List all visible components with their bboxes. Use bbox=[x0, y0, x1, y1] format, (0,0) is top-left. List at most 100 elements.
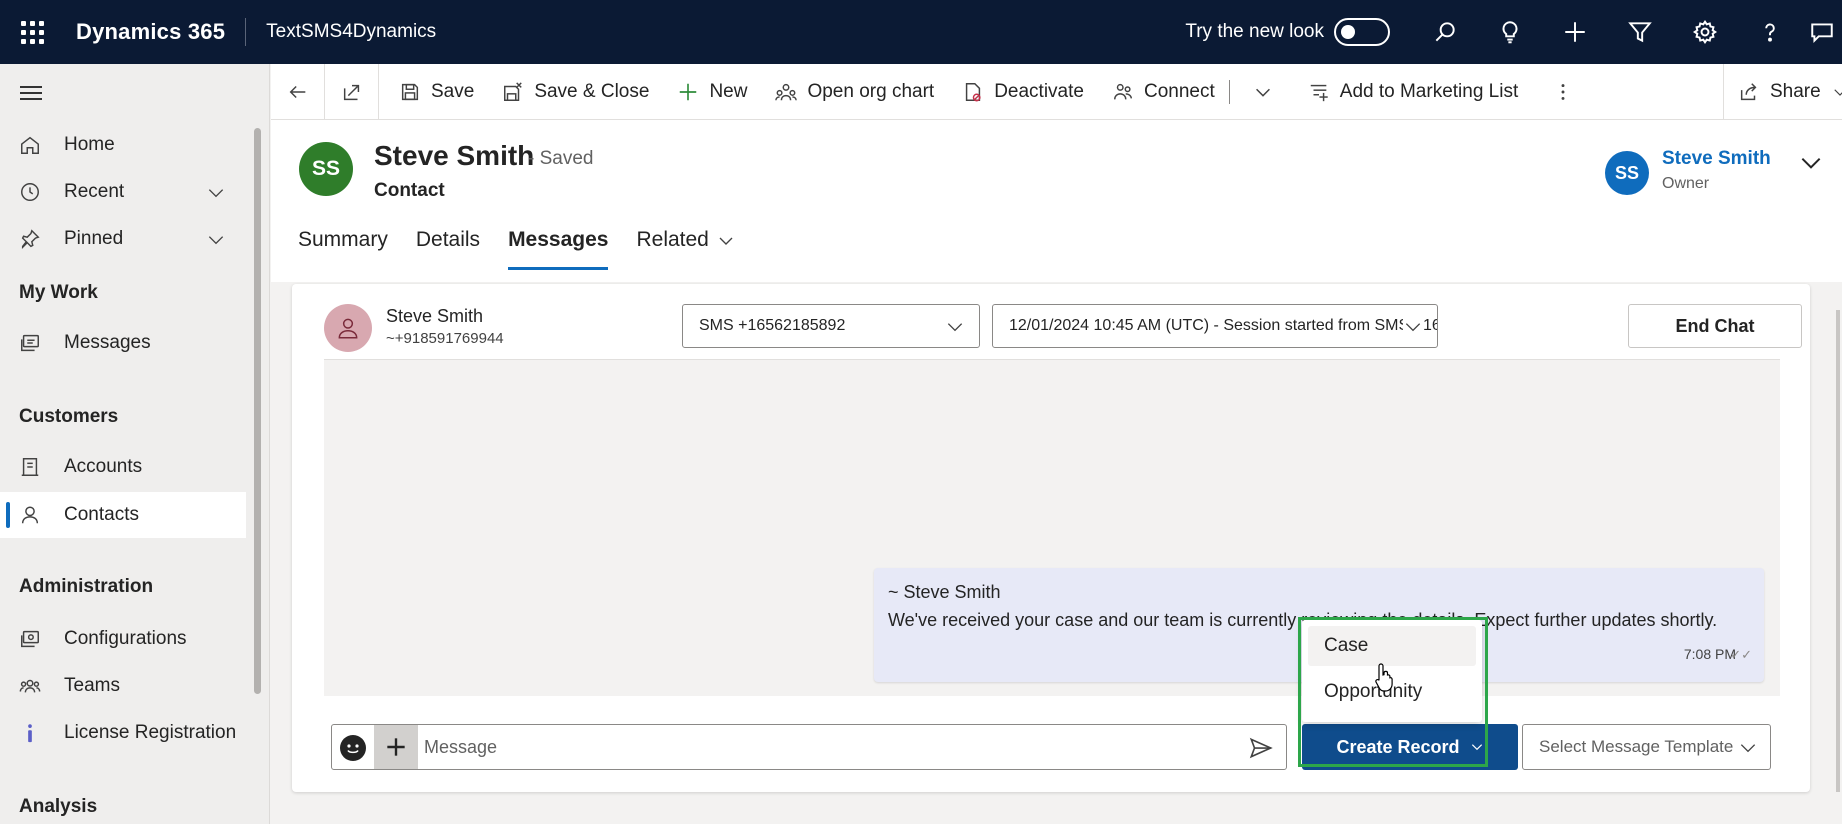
sidebar-item-label: Recent bbox=[64, 181, 125, 202]
messages-panel: Steve Smith ~+918591769944 SMS +16562185… bbox=[292, 284, 1810, 792]
create-record-button[interactable]: Create Record bbox=[1302, 724, 1518, 770]
app-name[interactable]: TextSMS4Dynamics bbox=[266, 21, 436, 43]
sidebar-item-pinned[interactable]: Pinned bbox=[0, 216, 246, 262]
page-scrollbar[interactable] bbox=[1836, 310, 1840, 792]
chat-history[interactable]: ~ Steve Smith We've received your case a… bbox=[324, 360, 1780, 696]
message-time: 7:08 PM bbox=[1683, 646, 1736, 662]
more-icon bbox=[1561, 83, 1565, 100]
back-button[interactable] bbox=[271, 63, 325, 120]
new-button[interactable]: New bbox=[663, 64, 761, 120]
deactivate-button[interactable]: Deactivate bbox=[948, 64, 1098, 120]
sidebar-scrollbar[interactable] bbox=[254, 128, 261, 694]
try-new-look-label: Try the new look bbox=[1185, 21, 1324, 42]
delivered-check-icon: ✓✓ bbox=[1730, 647, 1752, 662]
sidebar-item-teams[interactable]: Teams bbox=[0, 663, 246, 709]
owner-avatar: SS bbox=[1605, 151, 1649, 195]
session-select[interactable]: 12/01/2024 10:45 AM (UTC) - Session star… bbox=[992, 304, 1438, 348]
more-commands-button[interactable] bbox=[1532, 64, 1594, 120]
owner-label: Owner bbox=[1662, 175, 1710, 192]
channel-select[interactable]: SMS +16562185892 bbox=[682, 304, 980, 348]
sidebar-item-home[interactable]: Home bbox=[0, 122, 246, 168]
contact-icon bbox=[18, 503, 42, 527]
chevron-down-icon[interactable] bbox=[1798, 150, 1824, 176]
divider bbox=[1228, 79, 1230, 104]
session-value: 12/01/2024 10:45 AM (UTC) - Session star… bbox=[1009, 317, 1437, 334]
sidebar-item-label: Accounts bbox=[64, 456, 143, 477]
hamburger-icon[interactable] bbox=[20, 86, 42, 104]
open-org-chart-button[interactable]: Open org chart bbox=[761, 64, 948, 120]
save-close-icon bbox=[504, 81, 523, 101]
deactivate-label: Deactivate bbox=[994, 80, 1084, 102]
sidebar-item-label: Contacts bbox=[64, 504, 139, 525]
sidebar-item-contacts[interactable]: Contacts bbox=[0, 492, 246, 538]
share-label: Share bbox=[1770, 80, 1821, 102]
connect-button[interactable]: Connect bbox=[1098, 64, 1215, 120]
save-button[interactable]: Save bbox=[385, 64, 488, 120]
attach-button[interactable] bbox=[374, 725, 418, 769]
record-tabs: Summary Details Messages Related bbox=[298, 228, 763, 276]
messages-icon bbox=[18, 331, 42, 355]
plus-icon[interactable] bbox=[1542, 0, 1607, 64]
menu-item-case[interactable]: Case bbox=[1308, 626, 1476, 666]
sidebar-item-messages[interactable]: Messages bbox=[0, 320, 246, 366]
home-icon bbox=[18, 133, 42, 157]
divider bbox=[245, 18, 247, 46]
section-heading-customers: Customers bbox=[19, 406, 119, 427]
add-to-marketing-list-button[interactable]: Add to Marketing List bbox=[1294, 64, 1532, 120]
save-label: Save bbox=[431, 80, 475, 102]
contact-phone: ~+918591769944 bbox=[386, 330, 504, 347]
chat-header: Steve Smith ~+918591769944 SMS +16562185… bbox=[324, 284, 1802, 360]
sidebar-item-license-registration[interactable]: License Registration bbox=[0, 710, 246, 756]
chat-icon[interactable] bbox=[1802, 0, 1842, 64]
help-icon[interactable] bbox=[1737, 0, 1802, 64]
record-type: Contact bbox=[374, 180, 445, 201]
chevron-down-icon bbox=[719, 237, 733, 245]
marketing-list-icon bbox=[1310, 84, 1328, 101]
chevron-down-icon bbox=[1834, 88, 1842, 96]
brand-title[interactable]: Dynamics 365 bbox=[76, 19, 225, 45]
channel-value: SMS +16562185892 bbox=[699, 317, 846, 334]
owner-name-link[interactable]: Steve Smith bbox=[1662, 148, 1771, 170]
contact-name: Steve Smith bbox=[386, 306, 484, 326]
clock-icon bbox=[18, 180, 42, 204]
message-template-select[interactable]: Select Message Template bbox=[1522, 724, 1771, 770]
tab-related-label: Related bbox=[636, 228, 709, 251]
end-chat-button[interactable]: End Chat bbox=[1628, 304, 1802, 348]
connect-dropdown-button[interactable] bbox=[1238, 64, 1288, 120]
configurations-icon bbox=[18, 627, 42, 651]
share-button[interactable]: Share bbox=[1723, 63, 1842, 120]
chevron-down-icon[interactable] bbox=[206, 183, 226, 203]
tab-details[interactable]: Details bbox=[416, 228, 480, 276]
emoji-icon[interactable] bbox=[340, 735, 366, 761]
message-input[interactable] bbox=[424, 725, 1204, 769]
send-icon[interactable] bbox=[1248, 735, 1274, 761]
sidebar-item-accounts[interactable]: Accounts bbox=[0, 444, 246, 490]
filter-icon[interactable] bbox=[1607, 0, 1672, 64]
lightbulb-icon[interactable] bbox=[1477, 0, 1542, 64]
sidebar-item-label: License Registration bbox=[64, 722, 237, 743]
chevron-down-icon bbox=[1740, 744, 1756, 753]
sidebar-item-recent[interactable]: Recent bbox=[0, 169, 246, 215]
app-launcher-icon[interactable] bbox=[0, 0, 64, 64]
sidebar-item-label: Configurations bbox=[64, 628, 187, 649]
accounts-icon bbox=[18, 455, 42, 479]
chevron-down-icon bbox=[1471, 744, 1482, 751]
save-close-button[interactable]: Save & Close bbox=[488, 64, 663, 120]
save-status: - Saved bbox=[528, 148, 594, 169]
tab-messages[interactable]: Messages bbox=[508, 228, 609, 276]
contact-avatar bbox=[324, 304, 372, 352]
section-heading-analysis: Analysis bbox=[19, 796, 98, 817]
new-look-toggle[interactable] bbox=[1334, 18, 1390, 46]
tab-related[interactable]: Related bbox=[636, 228, 734, 276]
sidebar: Home Recent Pinned My Work Messages Cust… bbox=[0, 64, 270, 824]
chevron-down-icon bbox=[1255, 88, 1270, 97]
search-icon[interactable] bbox=[1412, 0, 1477, 64]
sidebar-item-label: Home bbox=[64, 134, 115, 155]
chevron-down-icon[interactable] bbox=[206, 230, 226, 250]
popout-button[interactable] bbox=[325, 63, 379, 120]
chevron-down-icon bbox=[945, 317, 965, 337]
new-label: New bbox=[709, 80, 748, 102]
sidebar-item-configurations[interactable]: Configurations bbox=[0, 616, 246, 662]
gear-icon[interactable] bbox=[1672, 0, 1737, 64]
tab-summary[interactable]: Summary bbox=[298, 228, 388, 276]
